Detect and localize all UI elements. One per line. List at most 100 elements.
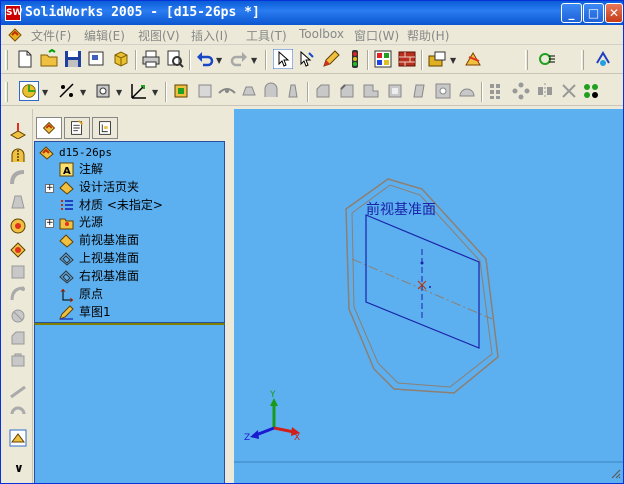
panel-splitter[interactable] bbox=[225, 109, 234, 483]
property-manager-tab-icon[interactable] bbox=[64, 117, 90, 139]
revolved-cut-icon[interactable] bbox=[9, 263, 27, 281]
menu-insert[interactable]: 插入(I) bbox=[191, 27, 228, 44]
extrude-icon[interactable] bbox=[171, 81, 191, 101]
print-preview-icon[interactable] bbox=[165, 49, 185, 69]
toolbar-grip[interactable] bbox=[5, 50, 8, 70]
tree-label-lights: 光源 bbox=[79, 215, 104, 229]
title-bar[interactable]: SW SolidWorks 2005 - [d15-26ps *] _ □ ✕ bbox=[1, 1, 623, 25]
expand-toolbar-chevron-icon[interactable]: ∨ bbox=[14, 461, 24, 475]
lofted-cut-icon[interactable] bbox=[9, 307, 27, 325]
document-menu-icon[interactable] bbox=[7, 27, 23, 43]
instant-3d-icon[interactable] bbox=[9, 429, 27, 447]
chamfer-icon[interactable] bbox=[337, 81, 357, 101]
fillet-side-icon[interactable] bbox=[9, 329, 27, 347]
reference-geometry-dropdown-icon[interactable]: ▼ bbox=[152, 88, 158, 97]
extruded-cut-icon[interactable] bbox=[9, 217, 27, 235]
menu-help[interactable]: 帮助(H) bbox=[407, 27, 449, 44]
toolbar-separator bbox=[135, 50, 137, 70]
menu-tools[interactable]: 工具(T) bbox=[246, 27, 287, 44]
triad-y-label: Y bbox=[269, 390, 276, 400]
toolbar-grip[interactable] bbox=[525, 50, 528, 70]
configuration-manager-tab-icon[interactable] bbox=[92, 117, 118, 139]
select-arrow-icon[interactable] bbox=[273, 49, 293, 69]
mirror-bodies-icon[interactable] bbox=[559, 81, 579, 101]
front-plane-label[interactable]: 前视基准面 bbox=[366, 199, 436, 219]
undo-dropdown-icon[interactable]: ▼ bbox=[216, 56, 222, 65]
menu-edit[interactable]: 编辑(E) bbox=[84, 27, 125, 44]
revolve-icon[interactable] bbox=[195, 81, 215, 101]
solidworks-window: SW SolidWorks 2005 - [d15-26ps *] _ □ ✕ … bbox=[0, 0, 624, 484]
expand-lights-icon[interactable]: + bbox=[45, 219, 54, 228]
fillet-icon[interactable] bbox=[313, 81, 333, 101]
view-orientation-dropdown-icon[interactable]: ▼ bbox=[116, 88, 122, 97]
swept-cut-icon[interactable] bbox=[9, 285, 27, 303]
graphics-area[interactable]: Y X Z 前视基准面 bbox=[234, 109, 623, 483]
customize-brick-icon[interactable] bbox=[397, 49, 417, 69]
lofted-boss-icon[interactable] bbox=[9, 193, 27, 211]
toolbar-grip[interactable] bbox=[5, 82, 8, 102]
annotations-icon: A bbox=[59, 162, 74, 177]
shell-cut-icon[interactable] bbox=[385, 81, 405, 101]
resize-grip-icon[interactable] bbox=[609, 467, 621, 479]
reference-geometry-icon[interactable] bbox=[129, 81, 149, 101]
linear-pattern-icon[interactable] bbox=[487, 81, 507, 101]
feature-manager-tab-icon[interactable] bbox=[36, 117, 62, 139]
hole-wizard-icon[interactable] bbox=[433, 81, 453, 101]
section-view-icon[interactable] bbox=[57, 81, 77, 101]
display-style-icon[interactable] bbox=[19, 81, 39, 101]
rib-icon[interactable] bbox=[361, 81, 381, 101]
make-drawing-icon[interactable] bbox=[87, 49, 107, 69]
redo-dropdown-icon[interactable]: ▼ bbox=[251, 56, 257, 65]
wrap-icon[interactable] bbox=[9, 405, 27, 423]
expand-design-binder-icon[interactable]: + bbox=[45, 184, 54, 193]
dome-icon[interactable] bbox=[457, 81, 477, 101]
menu-file[interactable]: 文件(F) bbox=[31, 27, 71, 44]
view-orientation-icon[interactable] bbox=[93, 81, 113, 101]
feature-manager-lower-pane[interactable] bbox=[34, 323, 225, 483]
select-other-icon[interactable] bbox=[297, 49, 317, 69]
macro-icon[interactable] bbox=[537, 49, 557, 69]
undo-icon[interactable] bbox=[195, 49, 215, 69]
sketch-pencil-icon[interactable] bbox=[321, 49, 341, 69]
options-grid-icon[interactable] bbox=[373, 49, 393, 69]
split-line-icon[interactable] bbox=[9, 383, 27, 401]
rebuild-traffic-light-icon[interactable] bbox=[345, 49, 365, 69]
hole-icon[interactable] bbox=[9, 241, 27, 259]
minimize-button[interactable]: _ bbox=[561, 3, 582, 23]
reference-triad: Y X Z bbox=[244, 390, 300, 443]
make-assembly-icon[interactable] bbox=[111, 49, 131, 69]
shell-icon[interactable] bbox=[283, 81, 303, 101]
toolbox-dropdown-icon[interactable]: ▼ bbox=[450, 56, 456, 65]
close-button[interactable]: ✕ bbox=[605, 3, 623, 23]
tree-label-annotations: 注解 bbox=[79, 162, 104, 176]
thin-feature-icon[interactable] bbox=[261, 81, 281, 101]
circular-pattern-icon[interactable] bbox=[511, 81, 531, 101]
revolved-boss-icon[interactable] bbox=[9, 147, 27, 165]
curve-driven-pattern-icon[interactable] bbox=[581, 81, 601, 101]
sweep-icon[interactable] bbox=[217, 81, 237, 101]
menu-window[interactable]: 窗口(W) bbox=[354, 27, 399, 44]
new-document-icon[interactable] bbox=[15, 49, 35, 69]
menu-view[interactable]: 视图(V) bbox=[138, 27, 180, 44]
shell-side-icon[interactable] bbox=[9, 351, 27, 369]
section-dropdown-icon[interactable]: ▼ bbox=[80, 88, 86, 97]
toolbar-grip[interactable] bbox=[581, 50, 584, 70]
loft-icon[interactable] bbox=[239, 81, 259, 101]
save-icon[interactable] bbox=[63, 49, 83, 69]
spin-icon[interactable] bbox=[593, 49, 613, 69]
maximize-button[interactable]: □ bbox=[583, 3, 604, 23]
extruded-boss-icon[interactable] bbox=[9, 121, 27, 139]
menu-toolbox[interactable]: Toolbox bbox=[299, 27, 344, 41]
redo-icon[interactable] bbox=[229, 49, 249, 69]
draft-icon[interactable] bbox=[409, 81, 429, 101]
tree-label-material: 材质 <未指定> bbox=[79, 198, 163, 212]
solidworks-app-icon[interactable]: SW bbox=[5, 5, 22, 21]
print-icon[interactable] bbox=[141, 49, 161, 69]
photoworks-icon[interactable] bbox=[463, 49, 483, 69]
toolbox-icon[interactable] bbox=[427, 49, 447, 69]
mirror-feature-icon[interactable] bbox=[535, 81, 555, 101]
swept-boss-icon[interactable] bbox=[9, 169, 27, 187]
open-folder-icon[interactable] bbox=[39, 49, 59, 69]
display-style-dropdown-icon[interactable]: ▼ bbox=[42, 88, 48, 97]
tree-root-label: d15-26ps bbox=[59, 146, 112, 159]
